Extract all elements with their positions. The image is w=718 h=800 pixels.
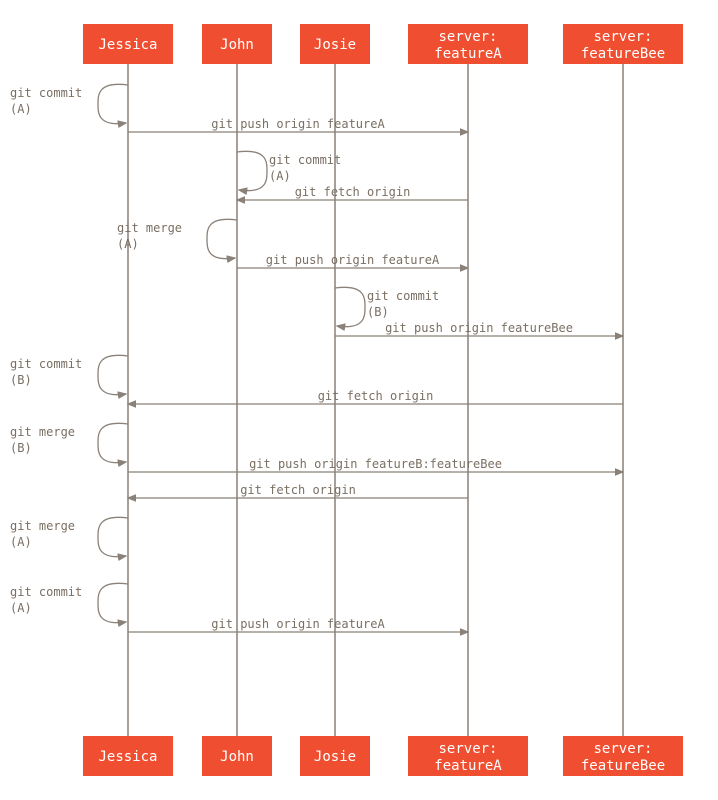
message-label: git fetch origin: [318, 389, 434, 403]
self-message-label: (A): [10, 535, 32, 549]
self-message-label: (A): [10, 601, 32, 615]
self-message-line: [98, 423, 128, 462]
participant-label-featureA-2: featureA: [434, 46, 502, 62]
self-message-label: git commit: [10, 86, 82, 100]
message-label: git push origin featureB:featureBee: [249, 457, 502, 471]
self-message-line: [98, 517, 128, 556]
participant-label-jessica: Jessica: [98, 749, 157, 765]
self-message-line: [98, 583, 128, 622]
self-message-label: (A): [117, 237, 139, 251]
self-message-line: [335, 287, 365, 326]
message-label: git push origin featureA: [211, 617, 385, 631]
self-message-label: git commit: [367, 289, 439, 303]
participant-label-featureBee-1: server:: [593, 29, 652, 45]
self-message-label: git commit: [10, 357, 82, 371]
self-message-label: git commit: [10, 585, 82, 599]
self-message-line: [98, 84, 128, 123]
message-label: git fetch origin: [240, 483, 356, 497]
participant-label-jessica: Jessica: [98, 37, 157, 53]
self-message-line: [207, 219, 237, 258]
participant-label-featureA-1: server:: [438, 741, 497, 757]
self-message-label: (B): [10, 373, 32, 387]
self-message-label: git merge: [10, 519, 75, 533]
participant-label-josie: Josie: [314, 37, 356, 53]
participant-label-featureBee-1: server:: [593, 741, 652, 757]
self-message-label: (A): [269, 169, 291, 183]
participant-label-featureA-1: server:: [438, 29, 497, 45]
message-label: git push origin featureBee: [385, 321, 573, 335]
sequence-diagram: git commit (A) git push origin featureA git…: [0, 0, 718, 800]
message-label: git push origin featureA: [266, 253, 440, 267]
participant-label-featureA-2: featureA: [434, 758, 502, 774]
participant-label-john: John: [220, 749, 254, 765]
participant-label-josie: Josie: [314, 749, 356, 765]
participant-label-featureBee-2: featureBee: [581, 46, 665, 62]
participant-label-featureBee-2: featureBee: [581, 758, 665, 774]
self-message-label: git commit: [269, 153, 341, 167]
diagram-canvas: git commit (A) git push origin featureA git…: [0, 0, 718, 800]
self-message-line: [237, 151, 267, 190]
self-message-label: (B): [367, 305, 389, 319]
message-label: git fetch origin: [295, 185, 411, 199]
self-message-label: git merge: [10, 425, 75, 439]
self-message-label: (A): [10, 102, 32, 116]
self-message-line: [98, 355, 128, 394]
message-label: git push origin featureA: [211, 117, 385, 131]
self-message-label: git merge: [117, 221, 182, 235]
participant-label-john: John: [220, 37, 254, 53]
self-message-label: (B): [10, 441, 32, 455]
